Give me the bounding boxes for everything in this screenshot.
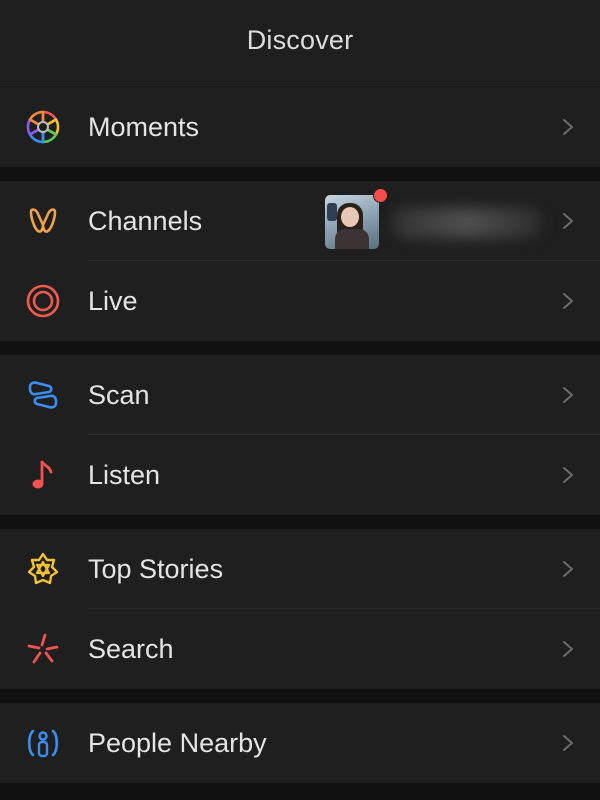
chevron-right-icon [563,293,573,309]
moments-aperture-icon [24,108,62,146]
chevron-right-icon [563,641,573,657]
menu-item-label: Channels [88,205,203,236]
page-title: Discover [246,24,354,55]
menu-item-people-nearby[interactable]: People Nearby [0,703,600,783]
nav-header: Discover [0,0,600,87]
blurred-preview-text [392,208,542,238]
menu-item-label: Search [88,633,174,664]
menu-item-top-stories[interactable]: Top Stories [0,529,600,609]
top-stories-icon [24,550,62,588]
chevron-right-icon [563,213,573,229]
menu-item-label: Listen [88,459,161,490]
menu-item-listen[interactable]: Listen [0,435,600,515]
group-moments: Moments [0,87,600,167]
menu-item-label: Scan [88,379,150,410]
chevron-right-icon [563,467,573,483]
scan-icon [24,376,62,414]
notification-dot [373,188,388,203]
menu-item-scan[interactable]: Scan [0,355,600,435]
thumbnail-background [327,203,337,221]
people-nearby-icon [24,724,62,762]
menu-item-moments[interactable]: Moments [0,87,600,167]
chevron-right-icon [563,735,573,751]
thumbnail-body [335,229,369,249]
thumbnail-face [341,207,359,227]
section-gap [0,689,600,703]
channels-preview-thumbnail[interactable] [325,195,379,249]
menu-item-label: Live [88,285,138,316]
section-gap [0,515,600,529]
section-gap [0,341,600,355]
live-icon [24,282,62,320]
group-scan-listen: Scan Listen [0,355,600,515]
menu-item-label: Moments [88,111,200,142]
group-channels-live: Channels Live [0,181,600,341]
group-stories-search: Top Stories Search [0,529,600,689]
menu-item-search[interactable]: Search [0,609,600,689]
music-note-icon [24,456,62,494]
section-gap [0,167,600,181]
chevron-right-icon [563,119,573,135]
group-people-nearby: People Nearby [0,703,600,783]
menu-item-live[interactable]: Live [0,261,600,341]
chevron-right-icon [563,387,573,403]
search-sparkle-icon [24,630,62,668]
menu-item-label: People Nearby [88,727,267,758]
discover-screen: Discover Moments Channels Live Scan List… [0,0,600,800]
chevron-right-icon [563,561,573,577]
channels-icon [24,202,62,240]
menu-item-label: Top Stories [88,553,224,584]
